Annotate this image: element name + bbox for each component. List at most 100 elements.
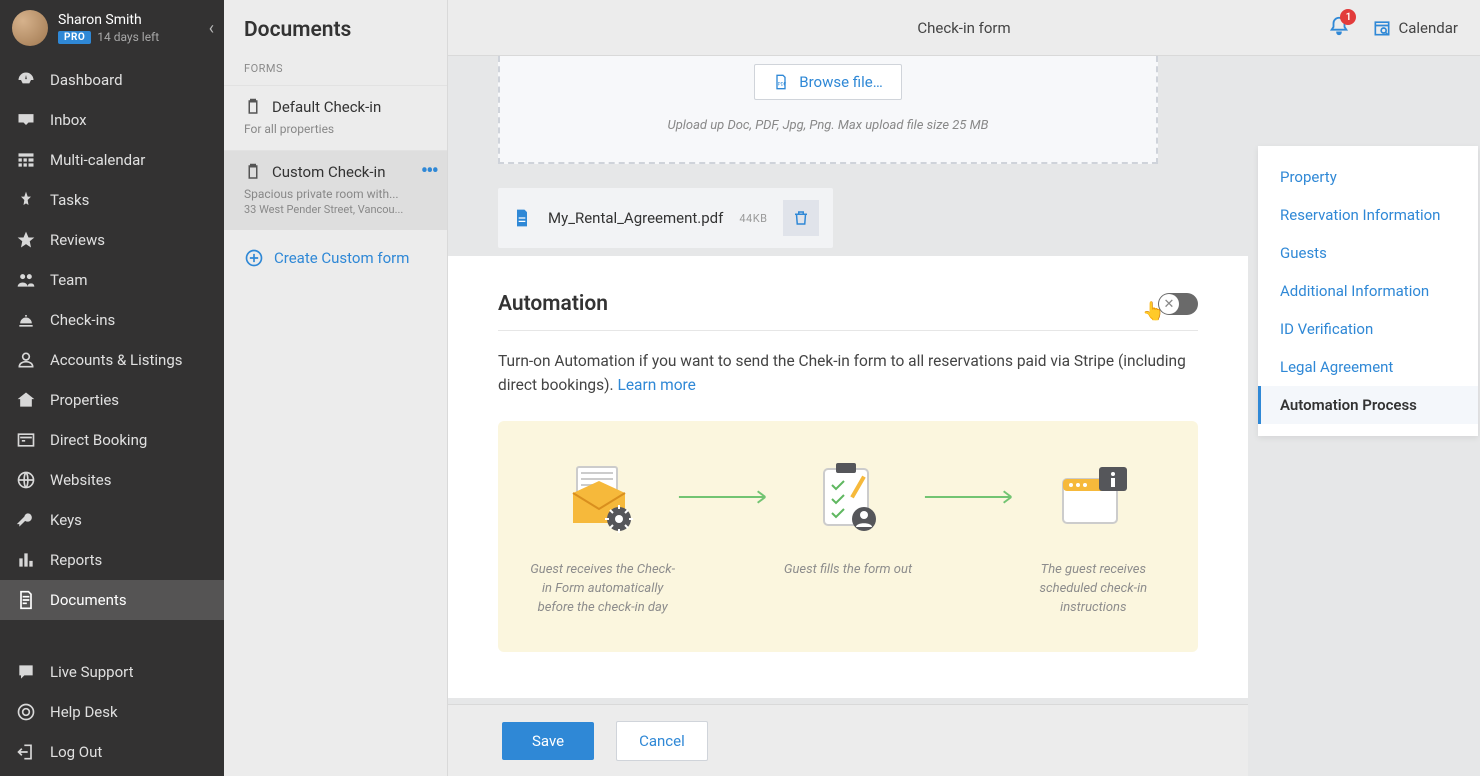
nav-reviews[interactable]: Reviews	[0, 220, 224, 260]
automation-description: Turn-on Automation if you want to send t…	[498, 349, 1198, 397]
nav-label: Reviews	[50, 231, 105, 249]
form-card-address: 33 West Pender Street, Vancou...	[244, 203, 427, 216]
plus-circle-icon	[244, 248, 264, 268]
bar-chart-icon	[16, 550, 36, 570]
automation-flow-diagram: Guest receives the Check-in Form automat…	[498, 421, 1198, 652]
toggle-knob-off-icon: ✕	[1159, 294, 1179, 314]
star-icon	[16, 230, 36, 250]
nav-label: Tasks	[50, 191, 89, 209]
rnav-automation[interactable]: Automation Process	[1258, 386, 1478, 424]
cancel-button[interactable]: Cancel	[616, 721, 708, 761]
arrow-icon	[677, 489, 773, 505]
browser-info-icon	[1053, 459, 1133, 539]
nav-live-support[interactable]: Live Support	[0, 652, 224, 692]
rnav-property[interactable]: Property	[1258, 158, 1478, 196]
user-block[interactable]: Sharon Smith PRO 14 days left ‹	[0, 0, 224, 56]
rnav-additional[interactable]: Additional Information	[1258, 272, 1478, 310]
calendar-grid-icon	[16, 150, 36, 170]
rnav-guests[interactable]: Guests	[1258, 234, 1478, 272]
flow-caption-2: Guest fills the form out	[784, 561, 912, 580]
nav-direct-booking[interactable]: Direct Booking	[0, 420, 224, 460]
nav-label: Reports	[50, 551, 102, 569]
nav-tasks[interactable]: Tasks	[0, 180, 224, 220]
flow-caption-1: Guest receives the Check-in Form automat…	[528, 561, 677, 618]
learn-more-link[interactable]: Learn more	[617, 376, 695, 394]
nav-bottom: Live Support Help Desk Log Out	[0, 652, 224, 776]
main-sidebar: Sharon Smith PRO 14 days left ‹ Dashboar…	[0, 0, 224, 776]
collapse-chevron-icon[interactable]: ‹	[209, 18, 214, 39]
form-custom-checkin[interactable]: Custom Check-in ••• Spacious private roo…	[224, 150, 447, 230]
notif-count-badge: 1	[1340, 9, 1356, 25]
days-left: 14 days left	[97, 30, 159, 44]
nav-properties[interactable]: Properties	[0, 380, 224, 420]
gauge-icon	[16, 70, 36, 90]
file-name: My_Rental_Agreement.pdf	[548, 209, 723, 227]
rnav-legal[interactable]: Legal Agreement	[1258, 348, 1478, 386]
nav-label: Multi-calendar	[50, 151, 145, 169]
inbox-icon	[16, 110, 36, 130]
automation-section: Automation ✕ Turn-on Automation if you w…	[448, 256, 1248, 698]
nav-accounts[interactable]: Accounts & Listings	[0, 340, 224, 380]
panel-section-label: FORMS	[224, 62, 447, 85]
rnav-reservation[interactable]: Reservation Information	[1258, 196, 1478, 234]
upload-dropzone[interactable]: PDF Browse file… Upload up Doc, PDF, Jpg…	[498, 56, 1158, 164]
section-nav: Property Reservation Information Guests …	[1258, 146, 1478, 436]
nav-label: Direct Booking	[50, 431, 147, 449]
uploaded-file-chip: My_Rental_Agreement.pdf 44KB	[498, 188, 833, 248]
calendar-link[interactable]: Calendar	[1372, 18, 1458, 38]
automation-desc-text: Turn-on Automation if you want to send t…	[498, 352, 1186, 394]
pro-badge: PRO	[58, 31, 91, 44]
clipboard-icon	[244, 98, 262, 116]
save-button[interactable]: Save	[502, 722, 594, 760]
more-menu-icon[interactable]: •••	[421, 165, 437, 179]
nav-inbox[interactable]: Inbox	[0, 100, 224, 140]
flow-caption-3: The guest receives scheduled check-in in…	[1019, 561, 1168, 618]
calendar-label: Calendar	[1398, 19, 1458, 37]
nav-team[interactable]: Team	[0, 260, 224, 300]
notifications-button[interactable]: 1	[1328, 15, 1350, 41]
nav-label: Keys	[50, 511, 82, 529]
nav-label: Websites	[50, 471, 111, 489]
key-icon	[16, 510, 36, 530]
page-title: Check-in form	[917, 19, 1010, 37]
nav-multicalendar[interactable]: Multi-calendar	[0, 140, 224, 180]
document-icon	[16, 590, 36, 610]
upload-hint: Upload up Doc, PDF, Jpg, Png. Max upload…	[668, 118, 989, 133]
nav-checkins[interactable]: Check-ins	[0, 300, 224, 340]
form-card-sub: Spacious private room with...	[244, 187, 427, 201]
form-card-sub: For all properties	[244, 122, 427, 136]
nav-dashboard[interactable]: Dashboard	[0, 60, 224, 100]
nav-reports[interactable]: Reports	[0, 540, 224, 580]
form-card-title: Custom Check-in	[272, 163, 385, 181]
pdf-file-icon: PDF	[773, 73, 789, 91]
browse-file-button[interactable]: PDF Browse file…	[754, 64, 901, 100]
browse-label: Browse file…	[799, 73, 882, 91]
nav-label: Dashboard	[50, 71, 123, 89]
rnav-id[interactable]: ID Verification	[1258, 310, 1478, 348]
nav-label: Check-ins	[50, 311, 115, 329]
booking-card-icon	[16, 430, 36, 450]
file-icon	[512, 206, 532, 230]
calendar-search-icon	[1372, 18, 1392, 38]
house-icon	[16, 390, 36, 410]
nav-documents[interactable]: Documents	[0, 580, 224, 620]
arrow-icon	[923, 489, 1019, 505]
nav-label: Properties	[50, 391, 119, 409]
flow-step-1: Guest receives the Check-in Form automat…	[528, 459, 677, 618]
create-label: Create Custom form	[274, 249, 409, 267]
avatar	[12, 10, 48, 46]
trash-icon	[792, 209, 810, 227]
lifebuoy-icon	[16, 702, 36, 722]
nav-logout[interactable]: Log Out	[0, 732, 224, 772]
delete-file-button[interactable]	[783, 200, 819, 236]
chat-icon	[16, 662, 36, 682]
create-custom-form[interactable]: Create Custom form	[224, 230, 447, 286]
nav-help-desk[interactable]: Help Desk	[0, 692, 224, 732]
nav-websites[interactable]: Websites	[0, 460, 224, 500]
form-card-title: Default Check-in	[272, 98, 381, 116]
automation-toggle[interactable]: ✕	[1158, 293, 1198, 315]
nav-keys[interactable]: Keys	[0, 500, 224, 540]
nav-label: Accounts & Listings	[50, 351, 183, 369]
panel-title: Documents	[224, 0, 447, 62]
form-default-checkin[interactable]: Default Check-in For all properties	[224, 85, 447, 150]
